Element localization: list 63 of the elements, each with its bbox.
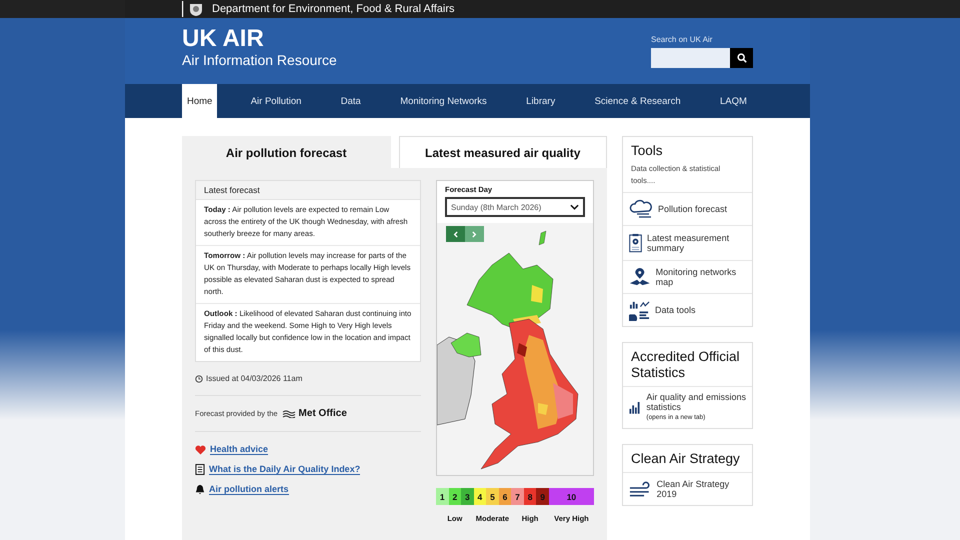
card-title: Accredited Official Statistics [631, 349, 741, 381]
search-label: Search on UK Air [651, 35, 714, 44]
tab[interactable]: Latest measured air quality [398, 136, 607, 168]
tool-link[interactable]: Clean Air Strategy 2019 [623, 473, 752, 505]
clock-icon [195, 374, 203, 382]
nav-link[interactable]: Science & Research [588, 84, 687, 118]
charts-icon [629, 300, 650, 320]
index-level: 2 [448, 488, 462, 505]
index-level: 10 [548, 488, 594, 505]
document-icon [195, 464, 205, 475]
tool-link[interactable]: Data tools [623, 294, 752, 326]
nav-link[interactable]: Air Pollution [244, 84, 308, 118]
day-select[interactable]: Sunday (8th March 2026) [445, 197, 585, 217]
link-label: Pollution forecast [658, 204, 728, 214]
met-office-logo[interactable]: Met Office [298, 408, 347, 419]
chevron-left-icon [453, 230, 458, 238]
card-title: Clean Air Strategy [631, 451, 741, 467]
link-label: Air quality and emissions statistics [646, 392, 746, 412]
nav-link[interactable]: Monitoring Networks [394, 84, 493, 118]
bar-chart-icon [629, 399, 642, 416]
nav-link[interactable]: Library [520, 84, 562, 118]
nav-link[interactable]: LAQM [714, 84, 753, 118]
index-level: 4 [474, 488, 486, 505]
link[interactable]: What is the Daily Air Quality Index? [209, 464, 360, 475]
link[interactable]: Air pollution alerts [209, 484, 289, 495]
index-level: 8 [524, 488, 536, 505]
card-heading: Latest forecast [196, 181, 420, 200]
heart-icon [195, 444, 206, 454]
map-pin-icon [629, 267, 651, 287]
tab[interactable]: Air pollution forecast [182, 136, 390, 168]
waves-icon [282, 410, 296, 418]
chevron-down-icon [570, 204, 579, 210]
link-label: Clean Air Strategy 2019 [656, 479, 730, 499]
tool-link[interactable]: Latest measurement summary [623, 226, 752, 261]
tool-link[interactable]: Pollution forecast [623, 193, 752, 226]
search-field[interactable] [651, 48, 730, 68]
nav-link[interactable]: Data [334, 84, 367, 118]
card-title: Tools [631, 143, 664, 159]
index-level: 9 [536, 488, 549, 505]
link-label: Latest measurement summary [647, 233, 730, 253]
site-title[interactable]: UK AIR [182, 26, 337, 52]
link-label: Data tools [655, 305, 696, 315]
link-label: Monitoring networks map [656, 267, 738, 287]
issued-time: Issued at 04/03/2026 11am [206, 374, 302, 383]
next-day-button[interactable] [465, 226, 484, 242]
bell-icon [195, 484, 205, 495]
search-button[interactable] [730, 48, 753, 68]
link[interactable]: Health advice [210, 444, 268, 455]
index-level: 1 [436, 488, 449, 505]
tool-link[interactable]: Monitoring networks map [623, 261, 752, 294]
chevron-right-icon [472, 230, 477, 238]
search-icon [736, 53, 746, 63]
site-subtitle: Air Information Resource [182, 52, 337, 69]
index-level: 6 [498, 488, 512, 505]
index-level: 3 [461, 488, 474, 505]
nav-link[interactable]: Home [182, 84, 218, 118]
clipboard-icon [629, 231, 642, 255]
wind-icon [629, 480, 652, 498]
index-level: 5 [486, 488, 499, 505]
previous-day-button[interactable] [446, 226, 465, 242]
department-name[interactable]: Department for Environment, Food & Rural Affairs [212, 3, 455, 15]
cloud-icon [629, 199, 653, 219]
index-level: 7 [511, 488, 524, 505]
